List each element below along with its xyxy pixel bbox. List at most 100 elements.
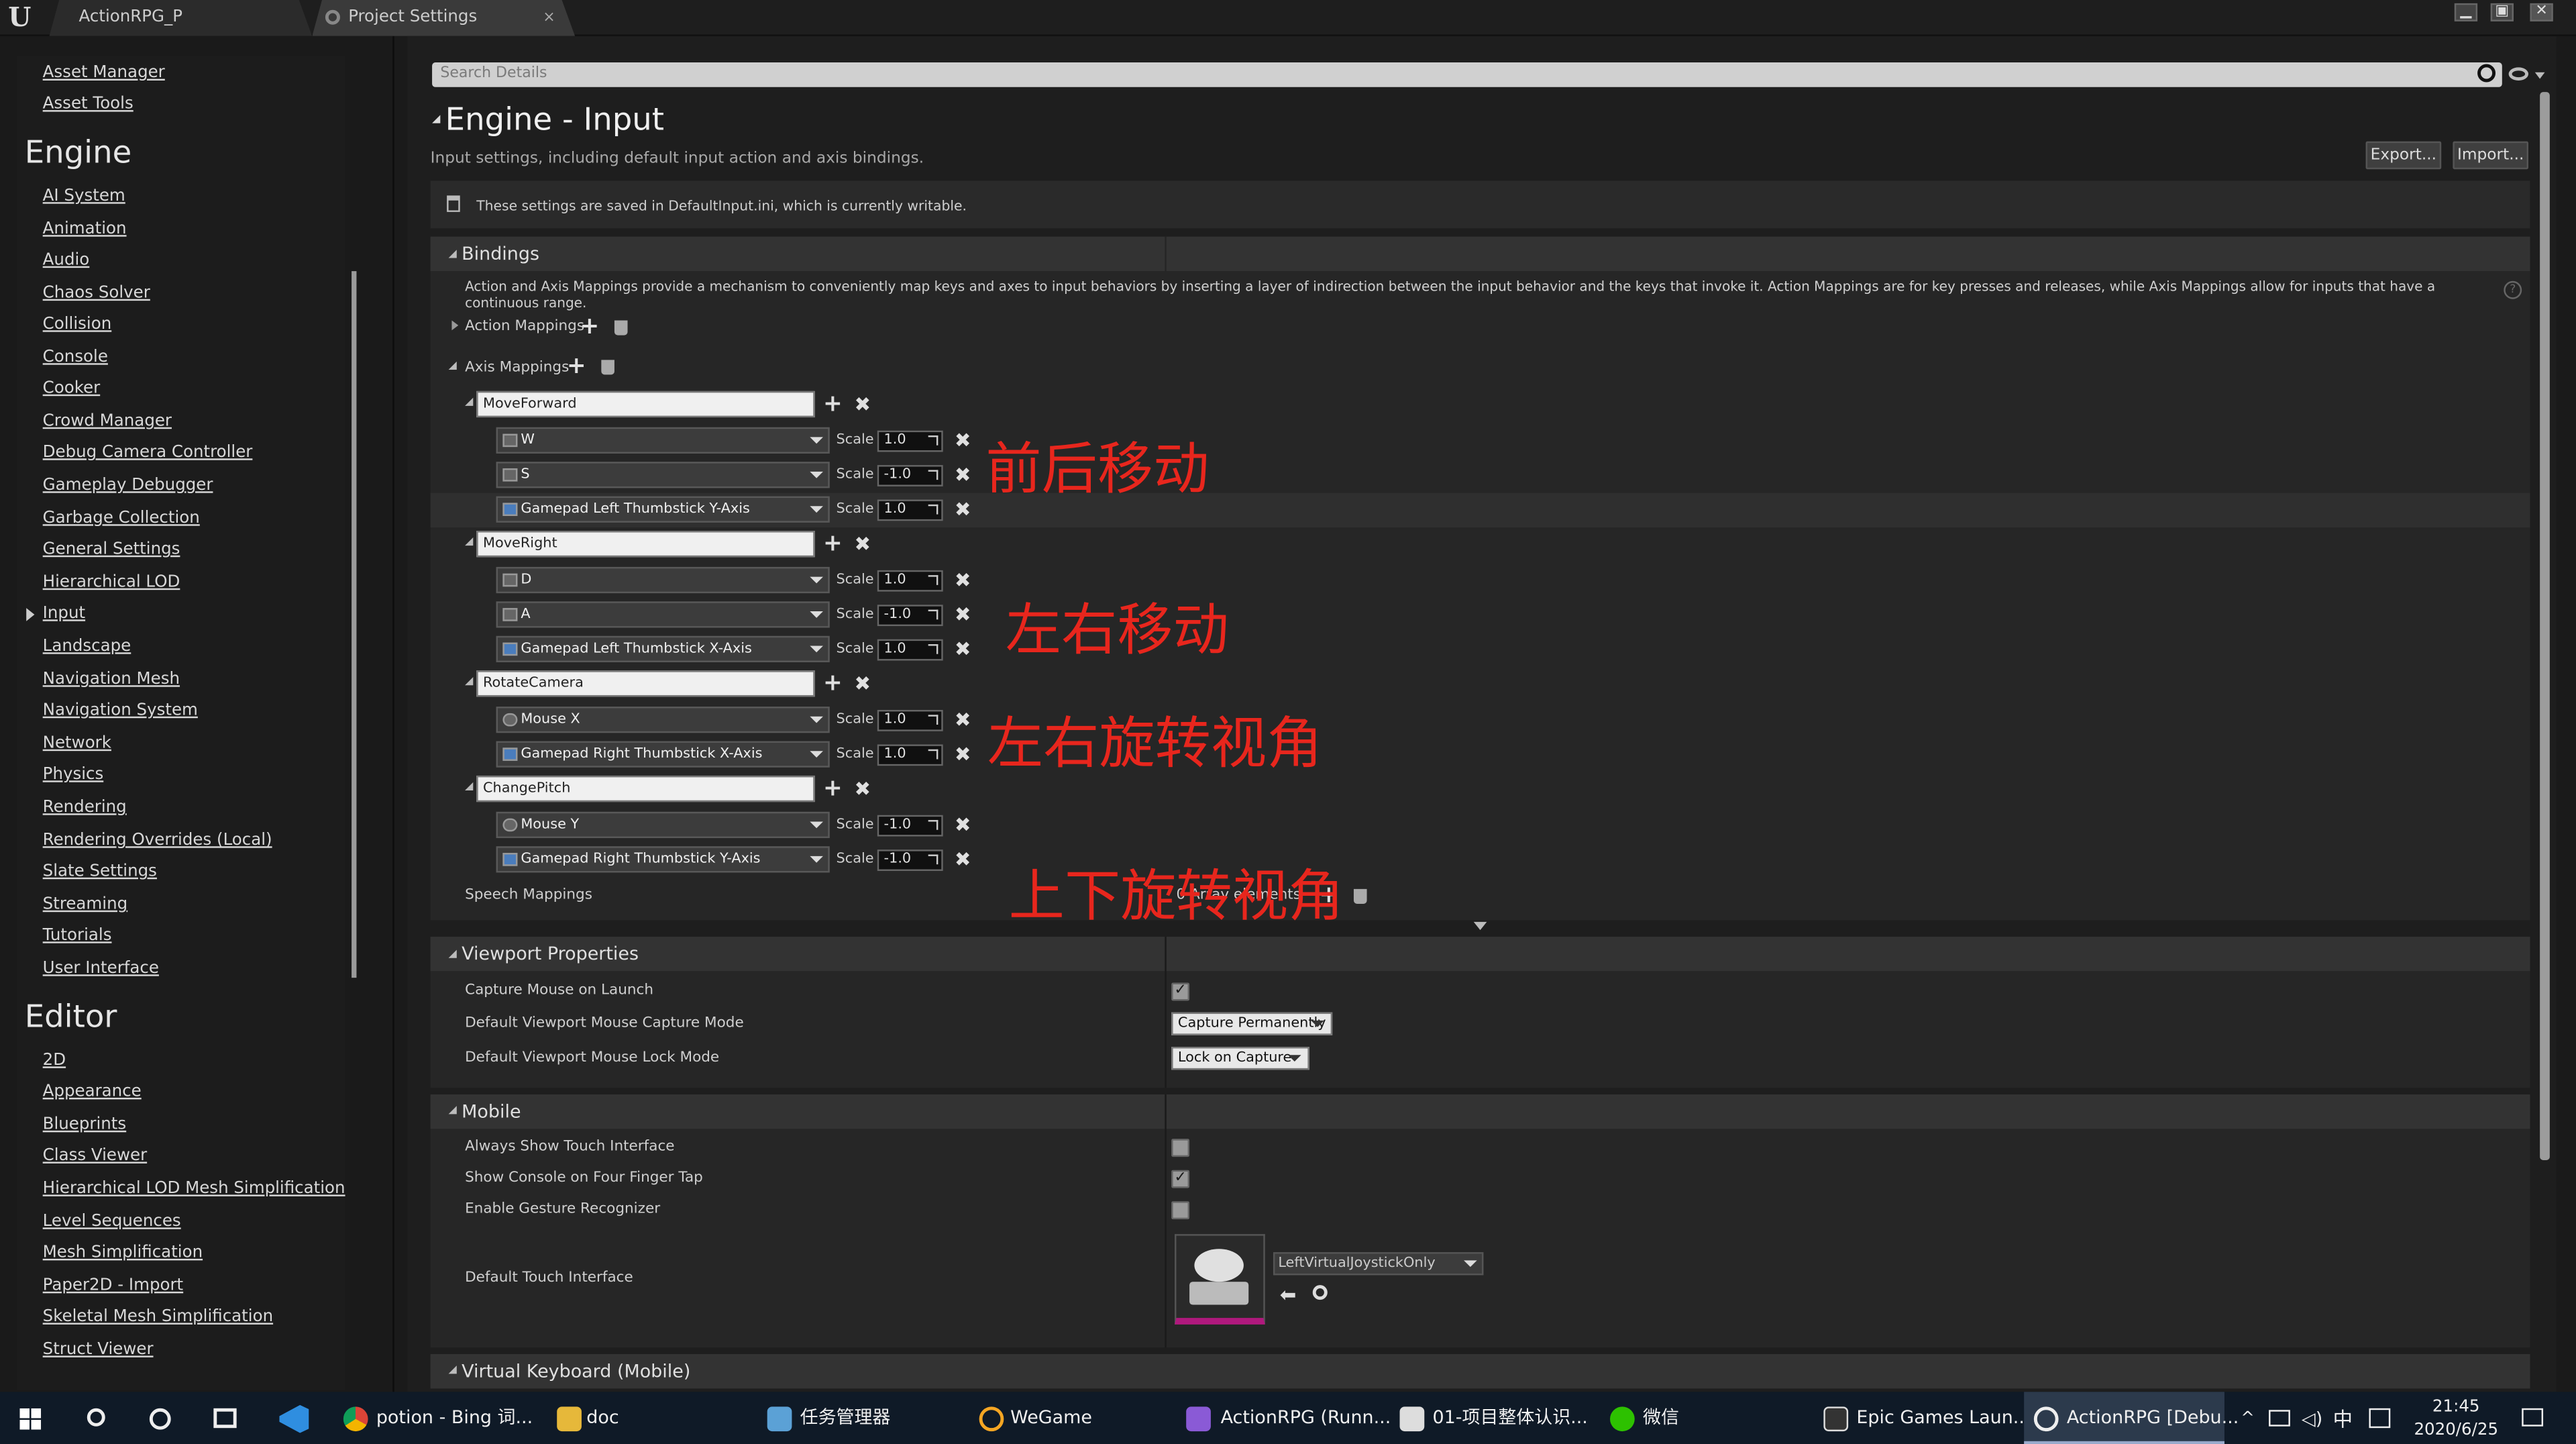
touch-interface-thumbnail[interactable]	[1175, 1234, 1265, 1325]
sidebar-item-hlod-mesh-simplification[interactable]: Hierarchical LOD Mesh Simplification	[43, 1180, 345, 1198]
collapse-triangle-icon[interactable]	[448, 1106, 457, 1115]
sidebar-item-rendering-overrides[interactable]: Rendering Overrides (Local)	[43, 831, 272, 849]
scale-input[interactable]: -1.0	[877, 815, 943, 837]
clock-date[interactable]: 2020/6/25	[2407, 1421, 2506, 1439]
details-scrollbar[interactable]	[2540, 92, 2550, 1160]
tab-actionrpg[interactable]: ActionRPG_P	[49, 0, 312, 36]
task-view-icon[interactable]	[213, 1408, 237, 1429]
collapse-triangle-icon[interactable]	[465, 782, 474, 790]
remove-key-icon[interactable]: ✖	[955, 431, 971, 450]
remove-key-icon[interactable]: ✖	[955, 570, 971, 590]
key-selector[interactable]: Gamepad Right Thumbstick X-Axis	[496, 741, 830, 768]
close-tab-icon[interactable]: ×	[543, 0, 555, 36]
cortana-icon[interactable]	[149, 1408, 171, 1430]
tab-project-settings[interactable]: Project Settings ×	[312, 0, 575, 36]
view-options-dropdown-icon[interactable]	[2534, 72, 2545, 79]
delete-speech-mappings-icon[interactable]	[1353, 888, 1367, 904]
remove-key-icon[interactable]: ✖	[955, 639, 971, 659]
taskbar-item-task-manager[interactable]: 任务管理器	[761, 1392, 950, 1444]
collapse-triangle-icon[interactable]	[465, 676, 474, 686]
expand-triangle-icon[interactable]	[451, 320, 459, 331]
expand-advanced-icon[interactable]	[1473, 921, 1487, 931]
sidebar-item-network[interactable]: Network	[43, 735, 111, 753]
collapse-triangle-icon[interactable]	[448, 949, 457, 958]
scale-input[interactable]: -1.0	[877, 849, 943, 871]
category-bindings[interactable]: Bindings	[430, 236, 2530, 272]
sidebar-item-gameplay-debugger[interactable]: Gameplay Debugger	[43, 476, 213, 495]
axis-name-input[interactable]: ChangePitch	[476, 775, 815, 803]
clock-time[interactable]: 21:45	[2407, 1398, 2506, 1416]
add-key-icon[interactable]: +	[823, 777, 843, 800]
vscode-icon[interactable]	[279, 1404, 309, 1433]
sidebar-item-struct-viewer[interactable]: Struct Viewer	[43, 1341, 154, 1359]
maximize-button[interactable]: ▣	[2490, 3, 2514, 21]
collapse-triangle-icon[interactable]	[465, 397, 474, 406]
remove-key-icon[interactable]: ✖	[955, 815, 971, 835]
scale-input[interactable]: -1.0	[877, 605, 943, 627]
sidebar-item-physics[interactable]: Physics	[43, 766, 104, 784]
sidebar-item-input[interactable]: Input	[43, 605, 85, 623]
remove-axis-icon[interactable]: ✖	[854, 534, 871, 554]
sidebar-item-audio[interactable]: Audio	[43, 252, 90, 270]
sidebar-item-tutorials[interactable]: Tutorials	[43, 927, 112, 945]
search-icon[interactable]	[87, 1408, 105, 1427]
remove-key-icon[interactable]: ✖	[955, 710, 971, 729]
search-icon[interactable]	[2477, 64, 2496, 83]
collapse-triangle-icon[interactable]	[448, 250, 457, 258]
sidebar-scrollbar[interactable]	[352, 271, 357, 978]
scale-input[interactable]: 1.0	[877, 570, 943, 592]
collapse-triangle-icon[interactable]	[448, 361, 457, 370]
category-viewport-properties[interactable]: Viewport Properties	[430, 936, 2530, 972]
scale-input[interactable]: 1.0	[877, 430, 943, 452]
key-selector[interactable]: S	[496, 462, 830, 488]
sidebar-item-general-settings[interactable]: General Settings	[43, 541, 180, 559]
category-mobile[interactable]: Mobile	[430, 1094, 2530, 1129]
sidebar-item-cooker[interactable]: Cooker	[43, 380, 101, 398]
key-selector[interactable]: A	[496, 601, 830, 628]
add-key-icon[interactable]: +	[823, 393, 843, 415]
sidebar-item-debug-camera-controller[interactable]: Debug Camera Controller	[43, 444, 253, 462]
import-button[interactable]: Import...	[2453, 141, 2529, 170]
sidebar-item-skeletal-mesh-simplification[interactable]: Skeletal Mesh Simplification	[43, 1308, 273, 1326]
add-key-icon[interactable]: +	[823, 672, 843, 695]
taskbar-item-wegame[interactable]: WeGame	[974, 1392, 1163, 1444]
axis-name-input[interactable]: MoveForward	[476, 391, 815, 418]
taskbar-item-wechat[interactable]: 微信	[1607, 1392, 1796, 1444]
windows-start-icon[interactable]	[19, 1408, 42, 1430]
remove-key-icon[interactable]: ✖	[955, 465, 971, 484]
tray-expand-icon[interactable]: ^	[2241, 1410, 2255, 1428]
sidebar-item-slate-settings[interactable]: Slate Settings	[43, 863, 157, 881]
sidebar-item-class-viewer[interactable]: Class Viewer	[43, 1147, 147, 1165]
remove-axis-icon[interactable]: ✖	[854, 674, 871, 693]
sidebar-item-navigation-mesh[interactable]: Navigation Mesh	[43, 670, 180, 688]
key-selector[interactable]: Mouse Y	[496, 811, 830, 838]
taskbar-item-document[interactable]: 01-项目整体认识...	[1393, 1392, 1588, 1444]
taskbar-item-unreal-editor[interactable]: ActionRPG [Debu...	[2024, 1392, 2239, 1444]
key-selector[interactable]: W	[496, 427, 830, 454]
sidebar-item-user-interface[interactable]: User Interface	[43, 960, 159, 978]
always-show-touch-checkbox[interactable]	[1171, 1139, 1190, 1157]
sidebar-item-chaos-solver[interactable]: Chaos Solver	[43, 285, 150, 303]
taskbar-item-visual-studio[interactable]: ActionRPG (Runn...	[1183, 1392, 1391, 1444]
sidebar-item-garbage-collection[interactable]: Garbage Collection	[43, 509, 200, 527]
sidebar-item-hierarchical-lod[interactable]: Hierarchical LOD	[43, 574, 180, 592]
sidebar-item-appearance[interactable]: Appearance	[43, 1083, 142, 1101]
sidebar-item-crowd-manager[interactable]: Crowd Manager	[43, 413, 172, 431]
remove-key-icon[interactable]: ✖	[955, 849, 971, 869]
gesture-recognizer-checkbox[interactable]	[1171, 1201, 1190, 1220]
sidebar-item-navigation-system[interactable]: Navigation System	[43, 702, 198, 720]
calendar-icon[interactable]	[2369, 1408, 2391, 1429]
sidebar-item-asset-manager[interactable]: Asset Manager	[43, 64, 165, 83]
collapse-triangle-icon[interactable]	[448, 1365, 457, 1374]
minimize-button[interactable]: ▁	[2454, 3, 2478, 21]
volume-icon[interactable]: ◁)	[2302, 1408, 2322, 1430]
capture-mode-dropdown[interactable]: Capture Permanently	[1171, 1012, 1333, 1035]
key-selector[interactable]: Gamepad Right Thumbstick Y-Axis	[496, 846, 830, 873]
sidebar-item-console[interactable]: Console	[43, 348, 108, 366]
add-key-icon[interactable]: +	[823, 532, 843, 555]
sidebar-item-2d[interactable]: 2D	[43, 1051, 66, 1070]
capture-mouse-checkbox[interactable]: ✓	[1171, 982, 1190, 1001]
scale-input[interactable]: 1.0	[877, 639, 943, 661]
network-icon[interactable]	[2269, 1410, 2290, 1427]
ime-indicator[interactable]: 中	[2333, 1405, 2353, 1433]
